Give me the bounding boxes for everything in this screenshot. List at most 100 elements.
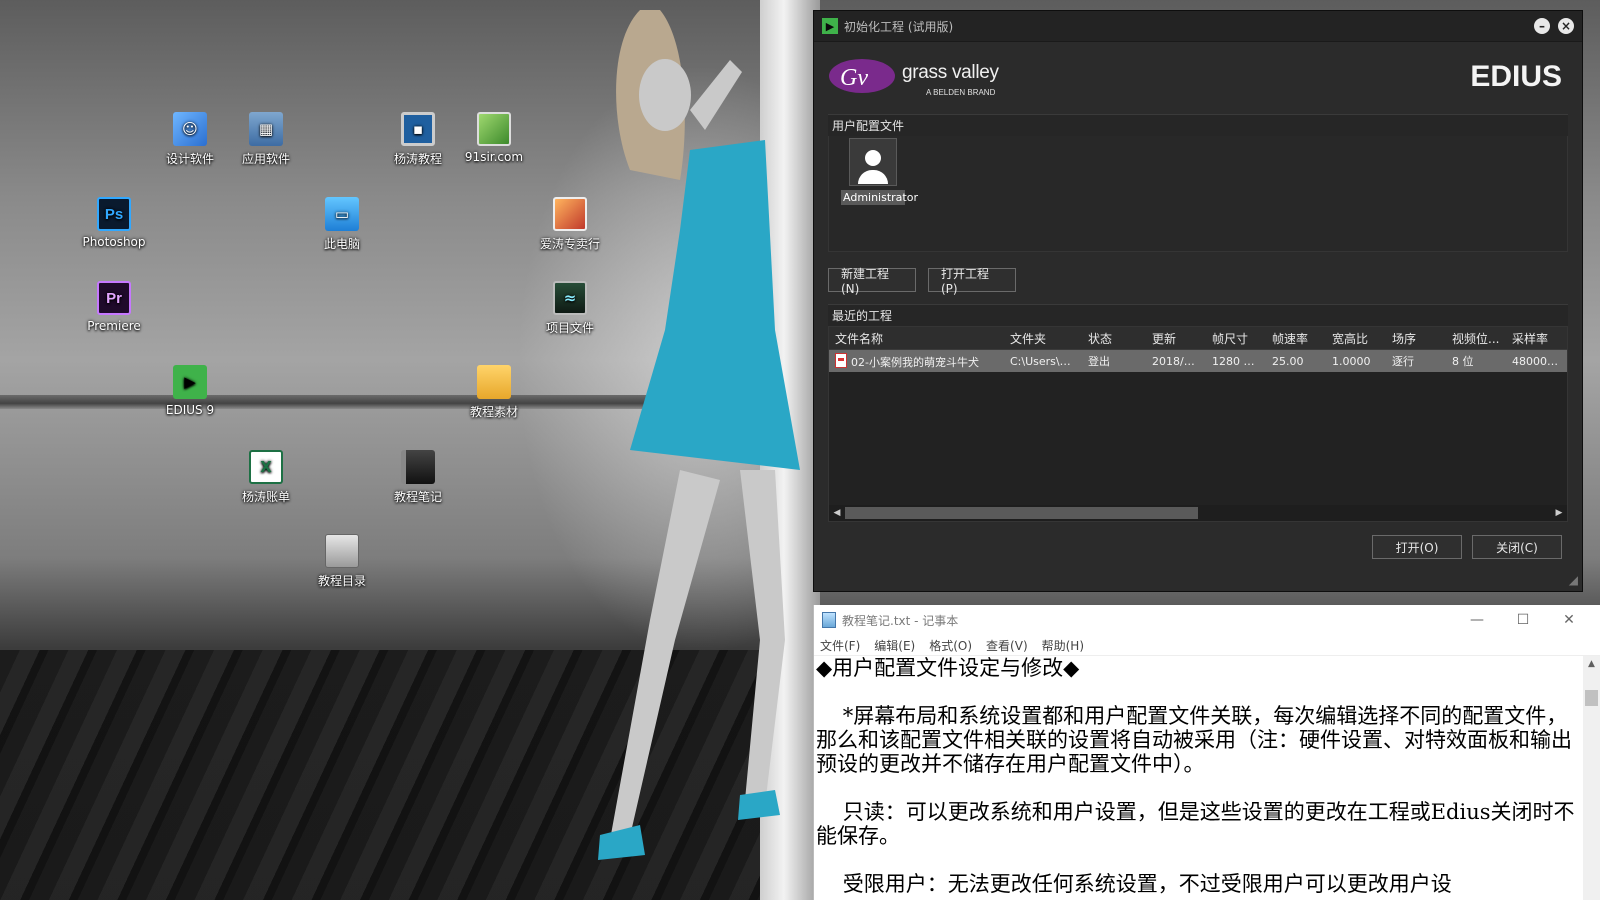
desktop-icon-label: 教程素材 xyxy=(469,405,518,419)
desktop-icon-label: 教程笔记 xyxy=(393,490,442,504)
menu-view[interactable]: 查看(V) xyxy=(986,637,1028,654)
edius-logo: EDIUS xyxy=(1470,60,1562,93)
horizontal-scrollbar[interactable]: ◀ ▶ xyxy=(829,505,1567,521)
scroll-right-icon[interactable]: ▶ xyxy=(1551,508,1567,518)
edius-icon: ▶ xyxy=(173,365,207,399)
desktop-icon-this-pc[interactable]: ▭ 此电脑 xyxy=(302,197,382,252)
table-cell: 1280 x ... xyxy=(1212,354,1264,368)
scroll-up-icon[interactable]: ▲ xyxy=(1588,656,1595,672)
table-cell: 48000Hz xyxy=(1512,354,1562,368)
profile-item-administrator[interactable]: Administrator xyxy=(841,138,918,205)
desktop-icon-aitao-shop[interactable]: 爱涛专卖行 xyxy=(530,197,610,252)
this-pc-icon: ▭ xyxy=(325,197,359,231)
menu-format[interactable]: 格式(O) xyxy=(929,637,972,654)
column-header[interactable]: 视频位... xyxy=(1446,330,1506,347)
minimize-icon[interactable]: — xyxy=(1454,612,1500,628)
desktop-icon-tutorial-notes[interactable]: 教程笔记 xyxy=(378,450,458,505)
column-header[interactable]: 更新 xyxy=(1146,330,1206,347)
column-header[interactable]: 文件名称 xyxy=(829,330,1004,347)
desktop-icon-label: 教程目录 xyxy=(317,574,366,588)
profile-name: Administrator xyxy=(841,190,918,205)
grass-valley-logo: Gv xyxy=(829,59,895,93)
resize-grip-icon[interactable]: ◢ xyxy=(1569,573,1578,587)
close-icon[interactable]: ✕ xyxy=(1546,612,1592,628)
notepad-titlebar[interactable]: 教程笔记.txt - 记事本 — ☐ ✕ xyxy=(814,605,1600,635)
open-project-button[interactable]: 打开工程(P) xyxy=(928,267,1016,296)
column-header[interactable]: 状态 xyxy=(1082,330,1146,347)
user-avatar-icon xyxy=(849,138,897,186)
photo-icon xyxy=(477,112,511,146)
desktop-icon-apps-software[interactable]: ▦ 应用软件 xyxy=(226,112,306,167)
desktop-icon-project-files[interactable]: ≈ 项目文件 xyxy=(530,281,610,336)
close-button[interactable]: 关闭(C) xyxy=(1472,535,1562,559)
desktop-icon-label: 爱涛专卖行 xyxy=(539,237,600,251)
scroll-left-icon[interactable]: ◀ xyxy=(829,508,845,518)
pictures-icon xyxy=(553,197,587,231)
notepad-text-area[interactable]: ◆用户配置文件设定与修改◆ *屏幕布局和系统设置都和用户配置文件关联，每次编辑选… xyxy=(814,656,1583,900)
column-header[interactable]: 宽高比 xyxy=(1326,330,1386,347)
scroll-thumb[interactable] xyxy=(1585,690,1598,706)
menu-file[interactable]: 文件(F) xyxy=(820,637,860,654)
desktop-icon-91sir[interactable]: 91sir.com xyxy=(454,112,534,164)
menu-help[interactable]: 帮助(H) xyxy=(1042,637,1084,654)
table-cell: 8 位 xyxy=(1452,355,1474,368)
desktop-icon-label: 应用软件 xyxy=(241,152,290,166)
project-file-icon xyxy=(835,352,847,368)
notepad-menubar: 文件(F) 编辑(E) 格式(O) 查看(V) 帮助(H) xyxy=(814,635,1600,656)
desktop-icon-label: 此电脑 xyxy=(323,237,360,251)
minimize-button[interactable]: – xyxy=(1534,18,1550,34)
table-header: 文件名称 文件夹 状态 更新 帧尺寸 帧速率 宽高比 场序 视频位... 采样率 xyxy=(829,327,1567,350)
desktop-icon-yangtao-tutorial[interactable]: ▪ 杨涛教程 xyxy=(378,112,458,167)
desktop-icon-photoshop[interactable]: Ps Photoshop xyxy=(74,197,154,249)
desktop-icon-premiere[interactable]: Pr Premiere xyxy=(74,281,154,333)
grass-valley-text: grass valley xyxy=(902,62,999,83)
column-header[interactable]: 文件夹 xyxy=(1004,330,1082,347)
profile-list: Administrator xyxy=(828,136,1568,252)
table-cell: 2018/4/1... xyxy=(1152,354,1206,368)
new-project-button[interactable]: 新建工程(N) xyxy=(828,267,916,296)
dialog-title: 初始化工程 (试用版) xyxy=(844,19,954,34)
table-row[interactable]: 02-小案例我的萌宠斗牛犬 C:\Users\A... 登出 2018/4/1.… xyxy=(829,350,1567,372)
notepad-title: 教程笔记.txt - 记事本 xyxy=(842,613,959,628)
column-header[interactable]: 采样率 xyxy=(1506,330,1566,347)
scroll-thumb[interactable] xyxy=(845,507,1198,519)
desktop-icon-label: 杨涛账单 xyxy=(241,490,290,504)
table-cell: 1.0000 xyxy=(1332,354,1371,368)
desktop-icon-edius[interactable]: ▶ EDIUS 9 xyxy=(150,365,230,417)
table-cell: 02-小案例我的萌宠斗牛犬 xyxy=(829,352,1004,370)
notepad-window: 教程笔记.txt - 记事本 — ☐ ✕ 文件(F) 编辑(E) 格式(O) 查… xyxy=(813,605,1600,900)
table-cell: 逐行 xyxy=(1392,355,1414,368)
desktop-icon-design-software[interactable]: ☺ 设计软件 xyxy=(150,112,230,167)
desktop-icon-tutorial-index[interactable]: 教程目录 xyxy=(302,534,382,589)
profile-section-title: 用户配置文件 xyxy=(828,114,1568,136)
desktop-icon-label: Premiere xyxy=(87,319,141,333)
column-header[interactable]: 帧速率 xyxy=(1266,330,1326,347)
photoshop-icon: Ps xyxy=(97,197,131,231)
scroll-track[interactable] xyxy=(845,507,1551,519)
finder-icon: ☺ xyxy=(173,112,207,146)
dialog-footer: 打开(O) 关闭(C) xyxy=(1372,535,1562,559)
desktop-icon-yangtao-bill[interactable]: X 杨涛账单 xyxy=(226,450,306,505)
edius-init-project-dialog: ▶ 初始化工程 (试用版) – × Gv grass valley A BELD… xyxy=(813,10,1583,592)
excel-icon: X xyxy=(249,450,283,484)
open-button[interactable]: 打开(O) xyxy=(1372,535,1462,559)
wallpaper-figure xyxy=(598,10,800,860)
menu-edit[interactable]: 编辑(E) xyxy=(874,637,915,654)
dialog-titlebar[interactable]: ▶ 初始化工程 (试用版) – × xyxy=(814,11,1582,42)
close-icon[interactable]: × xyxy=(1558,18,1574,34)
column-header[interactable]: 帧尺寸 xyxy=(1206,330,1266,347)
vertical-scrollbar[interactable]: ▲ xyxy=(1583,656,1600,900)
recent-projects-table: 文件名称 文件夹 状态 更新 帧尺寸 帧速率 宽高比 场序 视频位... 采样率… xyxy=(828,326,1568,522)
svg-text:Gv: Gv xyxy=(840,65,868,91)
desktop-icon-label: EDIUS 9 xyxy=(165,403,215,417)
brand-header: Gv grass valley A BELDEN BRAND EDIUS xyxy=(814,42,1582,114)
column-header[interactable]: 场序 xyxy=(1386,330,1446,347)
premiere-icon: Pr xyxy=(97,281,131,315)
desktop-icon-label: 91sir.com xyxy=(464,150,524,164)
desktop-icon-tutorial-materials[interactable]: 教程素材 xyxy=(454,365,534,420)
maximize-icon[interactable]: ☐ xyxy=(1500,612,1546,628)
recent-projects-title: 最近的工程 xyxy=(828,304,1568,326)
edius-app-icon: ▶ xyxy=(822,18,838,34)
apps-folder-icon: ▦ xyxy=(249,112,283,146)
desktop-icon-label: 杨涛教程 xyxy=(393,152,442,166)
